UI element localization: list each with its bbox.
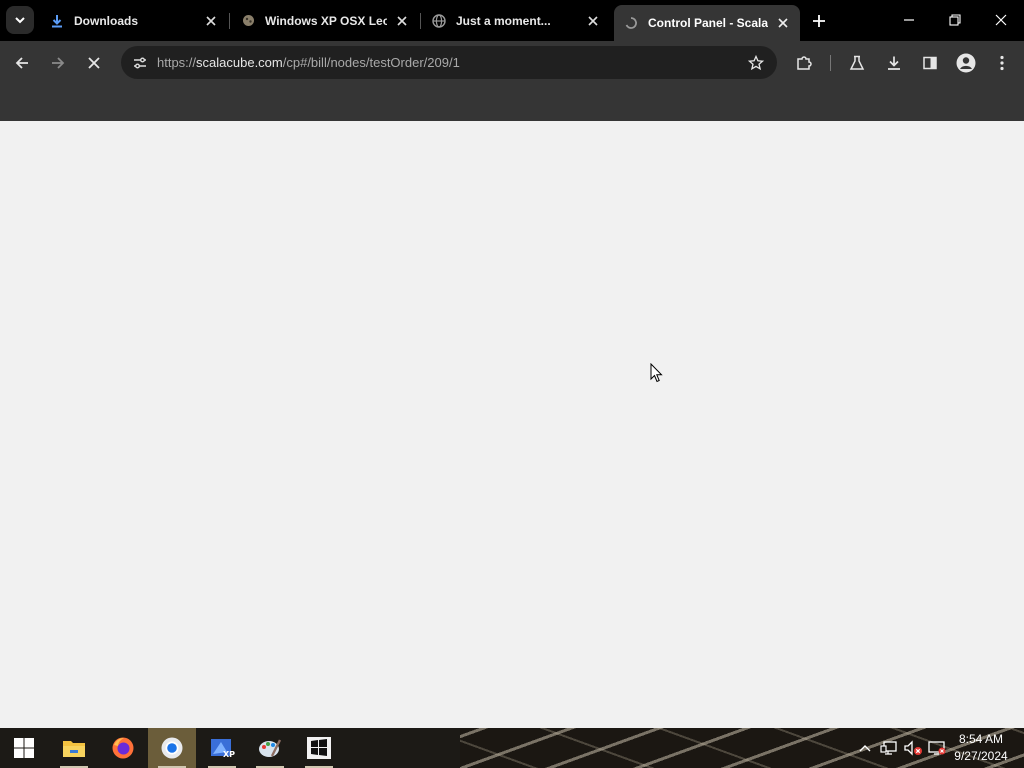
close-window-button[interactable] (978, 0, 1024, 40)
tab-just-a-moment[interactable]: Just a moment... (422, 6, 610, 35)
leopard-icon (241, 14, 255, 28)
volume-muted-icon (904, 740, 922, 756)
forward-button[interactable] (44, 49, 72, 77)
network-icon (880, 741, 897, 755)
display-icon (928, 741, 946, 755)
chevron-down-icon (15, 17, 25, 24)
flask-icon (849, 55, 865, 70)
start-button[interactable] (0, 728, 48, 768)
side-panel-button[interactable] (916, 49, 944, 77)
back-button[interactable] (8, 49, 36, 77)
close-icon (397, 15, 407, 26)
windows-logo-app-icon (307, 737, 331, 759)
arrow-right-icon (52, 57, 65, 69)
close-icon (995, 14, 1007, 26)
taskbar-file-explorer[interactable] (50, 728, 98, 768)
stop-loading-button[interactable] (80, 49, 108, 77)
close-icon (88, 57, 100, 69)
star-icon (748, 55, 764, 71)
tab-title: Just a moment... (456, 13, 551, 28)
taskbar-chrome[interactable] (148, 728, 196, 768)
file-explorer-icon (63, 741, 85, 757)
tab-windows-xp-osx[interactable]: Windows XP OSX Leop (231, 6, 419, 35)
svg-text:XP: XP (223, 750, 235, 759)
url-host: scalacube.com (196, 55, 283, 70)
more-vertical-icon (1000, 55, 1004, 71)
clock-time: 8:54 AM (958, 732, 1004, 746)
windows-taskbar: XP 8:54 AM 9/27/2024 (0, 728, 1024, 768)
tab-title: Downloads (74, 13, 139, 28)
side-panel-icon (923, 56, 937, 70)
url-scheme: https:// (157, 55, 197, 70)
chevron-up-icon (859, 745, 871, 752)
plus-icon (813, 15, 825, 27)
avatar-icon (956, 53, 976, 73)
windows-start-icon (14, 738, 34, 758)
tab-close-button[interactable] (202, 12, 220, 30)
site-info-button[interactable] (127, 50, 153, 76)
puzzle-icon (797, 56, 812, 70)
taskbar-windows-xp-app[interactable]: XP (198, 728, 246, 768)
clock-date: 9/27/2024 (954, 749, 1008, 763)
tab-close-button[interactable] (393, 12, 411, 30)
tab-title: Windows XP OSX Leop (265, 13, 387, 28)
mouse-cursor-icon (650, 363, 663, 383)
taskbar-firefox[interactable] (99, 728, 147, 768)
volume-tray-button[interactable] (902, 728, 924, 768)
tune-icon (134, 57, 146, 69)
tab-title: Control Panel - ScalaC (648, 16, 768, 30)
restore-button[interactable] (932, 0, 978, 40)
bookmark-star-button[interactable] (743, 50, 769, 76)
taskbar-paint[interactable] (246, 728, 294, 768)
labs-button[interactable] (843, 49, 871, 77)
close-icon (588, 15, 598, 26)
download-icon (50, 14, 64, 28)
tab-strip: Downloads Windows XP OSX Leop Just a mom… (0, 0, 1024, 41)
profile-button[interactable] (952, 49, 980, 77)
tab-search-button[interactable] (6, 6, 34, 34)
taskbar-clock[interactable]: 8:54 AM 9/27/2024 (948, 731, 1014, 765)
show-hidden-icons-button[interactable] (856, 728, 874, 768)
extensions-button[interactable] (790, 49, 818, 77)
tab-downloads[interactable]: Downloads (40, 6, 228, 35)
tab-close-button[interactable] (774, 14, 792, 32)
close-icon (778, 18, 788, 28)
chrome-icon (161, 737, 183, 759)
minimize-icon (904, 19, 914, 21)
url-text[interactable]: https://scalacube.com/cp#/bill/nodes/tes… (157, 46, 460, 79)
url-path: /cp#/bill/nodes/testOrder/209/1 (282, 55, 460, 70)
network-tray-button[interactable] (878, 728, 900, 768)
restore-icon (949, 14, 961, 26)
download-icon (888, 56, 900, 70)
downloads-button[interactable] (880, 49, 908, 77)
windows-xp-app-icon: XP (211, 739, 235, 759)
tab-control-panel[interactable]: Control Panel - ScalaC (614, 5, 800, 41)
paint-icon (259, 739, 282, 757)
address-bar[interactable]: https://scalacube.com/cp#/bill/nodes/tes… (121, 46, 777, 79)
minimize-button[interactable] (886, 0, 932, 40)
taskbar-windows-logo-app[interactable] (295, 728, 343, 768)
globe-icon (432, 13, 446, 28)
tab-close-button[interactable] (584, 12, 602, 30)
new-tab-button[interactable] (808, 10, 830, 32)
browser-toolbar: https://scalacube.com/cp#/bill/nodes/tes… (0, 41, 1024, 84)
loading-icon (624, 16, 638, 30)
page-content (0, 121, 1024, 728)
firefox-icon (112, 737, 134, 759)
menu-button[interactable] (988, 49, 1016, 77)
display-tray-button[interactable] (926, 728, 948, 768)
close-icon (206, 15, 216, 26)
arrow-left-icon (15, 57, 28, 69)
page-header-bar (0, 84, 1024, 121)
